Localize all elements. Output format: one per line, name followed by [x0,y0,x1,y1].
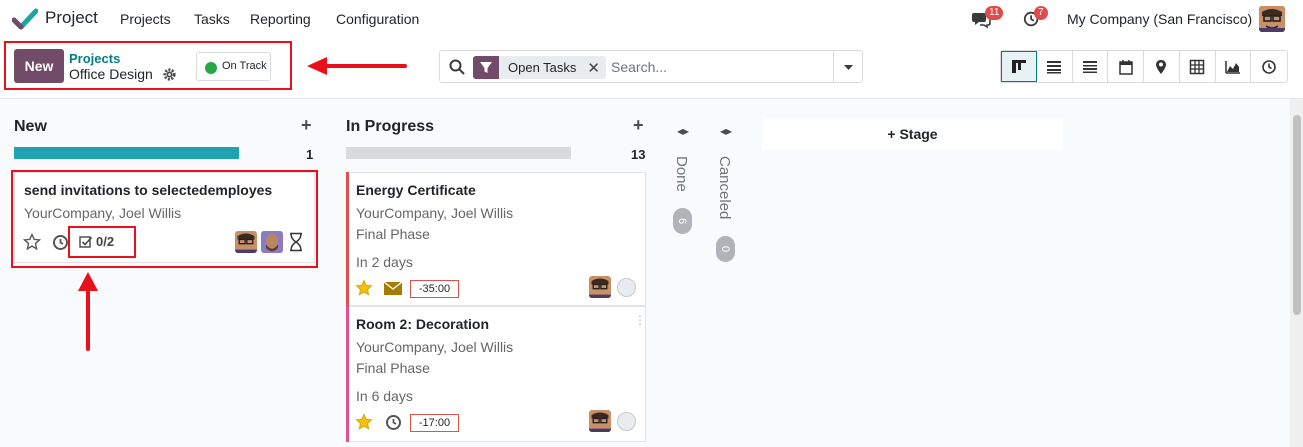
card-due: In 6 days [356,388,413,404]
unfold-arrows-icon[interactable]: ◂▸ [706,124,746,138]
project-app-logo-icon[interactable] [12,7,38,31]
kanban-card[interactable]: Energy Certificate YourCompany, Joel Wil… [346,172,646,306]
annotation-arrow-left [307,57,407,75]
menu-configuration[interactable]: Configuration [336,11,419,27]
search-facet-open-tasks: Open Tasks ✕ [473,56,606,79]
folded-column-done[interactable]: ◂▸ Done 6 [663,124,703,274]
column-title-new[interactable]: New [14,118,47,136]
activity-clock-view-button[interactable] [1251,51,1287,82]
menu-tasks[interactable]: Tasks [194,11,230,27]
folded-column-title: Canceled [716,156,733,220]
annotation-arrow-up [78,272,98,351]
search-input[interactable]: Search... [611,59,667,75]
kanban-card[interactable]: Room 2: Decoration ⋮ YourCompany, Joel W… [346,306,646,442]
column-progress-bar[interactable] [14,147,239,159]
unfold-arrows-icon[interactable]: ◂▸ [663,124,703,138]
card-color-stripe [346,172,349,306]
company-switcher[interactable]: My Company (San Francisco) [1067,11,1252,27]
filter-icon [473,56,499,79]
app-name[interactable]: Project [45,8,98,28]
activity-clock-icon[interactable] [385,414,402,431]
star-icon[interactable] [355,279,373,297]
caret-down-icon [844,65,853,70]
column-progress-bar[interactable] [346,147,571,159]
user-avatar[interactable] [1259,6,1285,32]
deadline-badge: -35:00 [410,280,459,298]
annotation-subtask-highlight-box [68,226,136,258]
search-options-toggle[interactable] [833,51,862,82]
kanban-view-button[interactable] [1001,51,1037,82]
add-stage-label: Stage [899,126,938,142]
card-customer: YourCompany, Joel Willis [356,205,514,221]
add-stage-button[interactable]: + Stage [762,118,1063,150]
card-title: Room 2: Decoration [356,316,490,332]
graph-view-button[interactable] [1216,51,1252,82]
list-icon [1047,60,1062,73]
map-view-button[interactable] [1144,51,1180,82]
status-circle-icon[interactable] [617,278,636,297]
card-customer: YourCompany, Joel Willis [356,339,514,355]
column-title-in-progress[interactable]: In Progress [346,118,434,136]
pivot-view-button[interactable] [1180,51,1216,82]
card-menu-dots-icon[interactable]: ⋮ [634,313,646,327]
card-stage: Final Phase [356,226,430,242]
view-switcher [1000,50,1288,83]
envelope-icon[interactable] [383,281,403,296]
plus-icon: + [887,126,896,142]
column-count: 1 [306,147,314,162]
deadline-badge: -17:00 [410,414,459,432]
menu-reporting[interactable]: Reporting [250,11,311,27]
kanban-icon [1011,59,1026,73]
card-due: In 2 days [356,254,413,270]
assignee-avatar [589,276,611,298]
folded-column-count: 6 [673,208,692,234]
search-bar: Open Tasks ✕ Search... [439,50,863,83]
column-count: 13 [631,147,646,162]
activities-badge: 7 [1034,6,1048,20]
remove-facet-close-icon[interactable]: ✕ [587,59,600,77]
activity-view-button[interactable] [1073,51,1109,82]
map-marker-icon [1156,59,1167,74]
card-stage: Final Phase [356,360,430,376]
activity-list-icon [1082,60,1097,73]
facet-label: Open Tasks [508,60,577,75]
pivot-table-icon [1189,59,1205,74]
card-title: Energy Certificate [356,182,476,198]
calendar-view-button[interactable] [1108,51,1144,82]
status-circle-icon[interactable] [617,412,636,431]
card-color-stripe [346,306,349,442]
folded-column-count: 0 [716,236,735,262]
annotation-highlight-box [4,41,292,90]
messages-badge: 11 [985,6,1004,20]
annotation-card-highlight-box [11,170,318,268]
top-navbar: Project Projects Tasks Reporting Configu… [0,0,1303,38]
folded-column-title: Done [673,156,690,192]
area-chart-icon [1225,60,1240,74]
scrollbar-thumb[interactable] [1293,115,1301,315]
folded-column-canceled[interactable]: ◂▸ Canceled 0 [706,124,746,274]
vertical-scrollbar[interactable] [1290,99,1303,447]
quick-create-plus-icon[interactable]: + [633,115,644,136]
search-icon [449,59,465,75]
star-icon[interactable] [355,413,373,431]
menu-projects[interactable]: Projects [120,11,171,27]
calendar-icon [1118,59,1133,75]
quick-create-plus-icon[interactable]: + [301,115,312,136]
clock-icon [1262,59,1276,74]
assignee-avatar [589,410,611,432]
list-view-button[interactable] [1037,51,1073,82]
